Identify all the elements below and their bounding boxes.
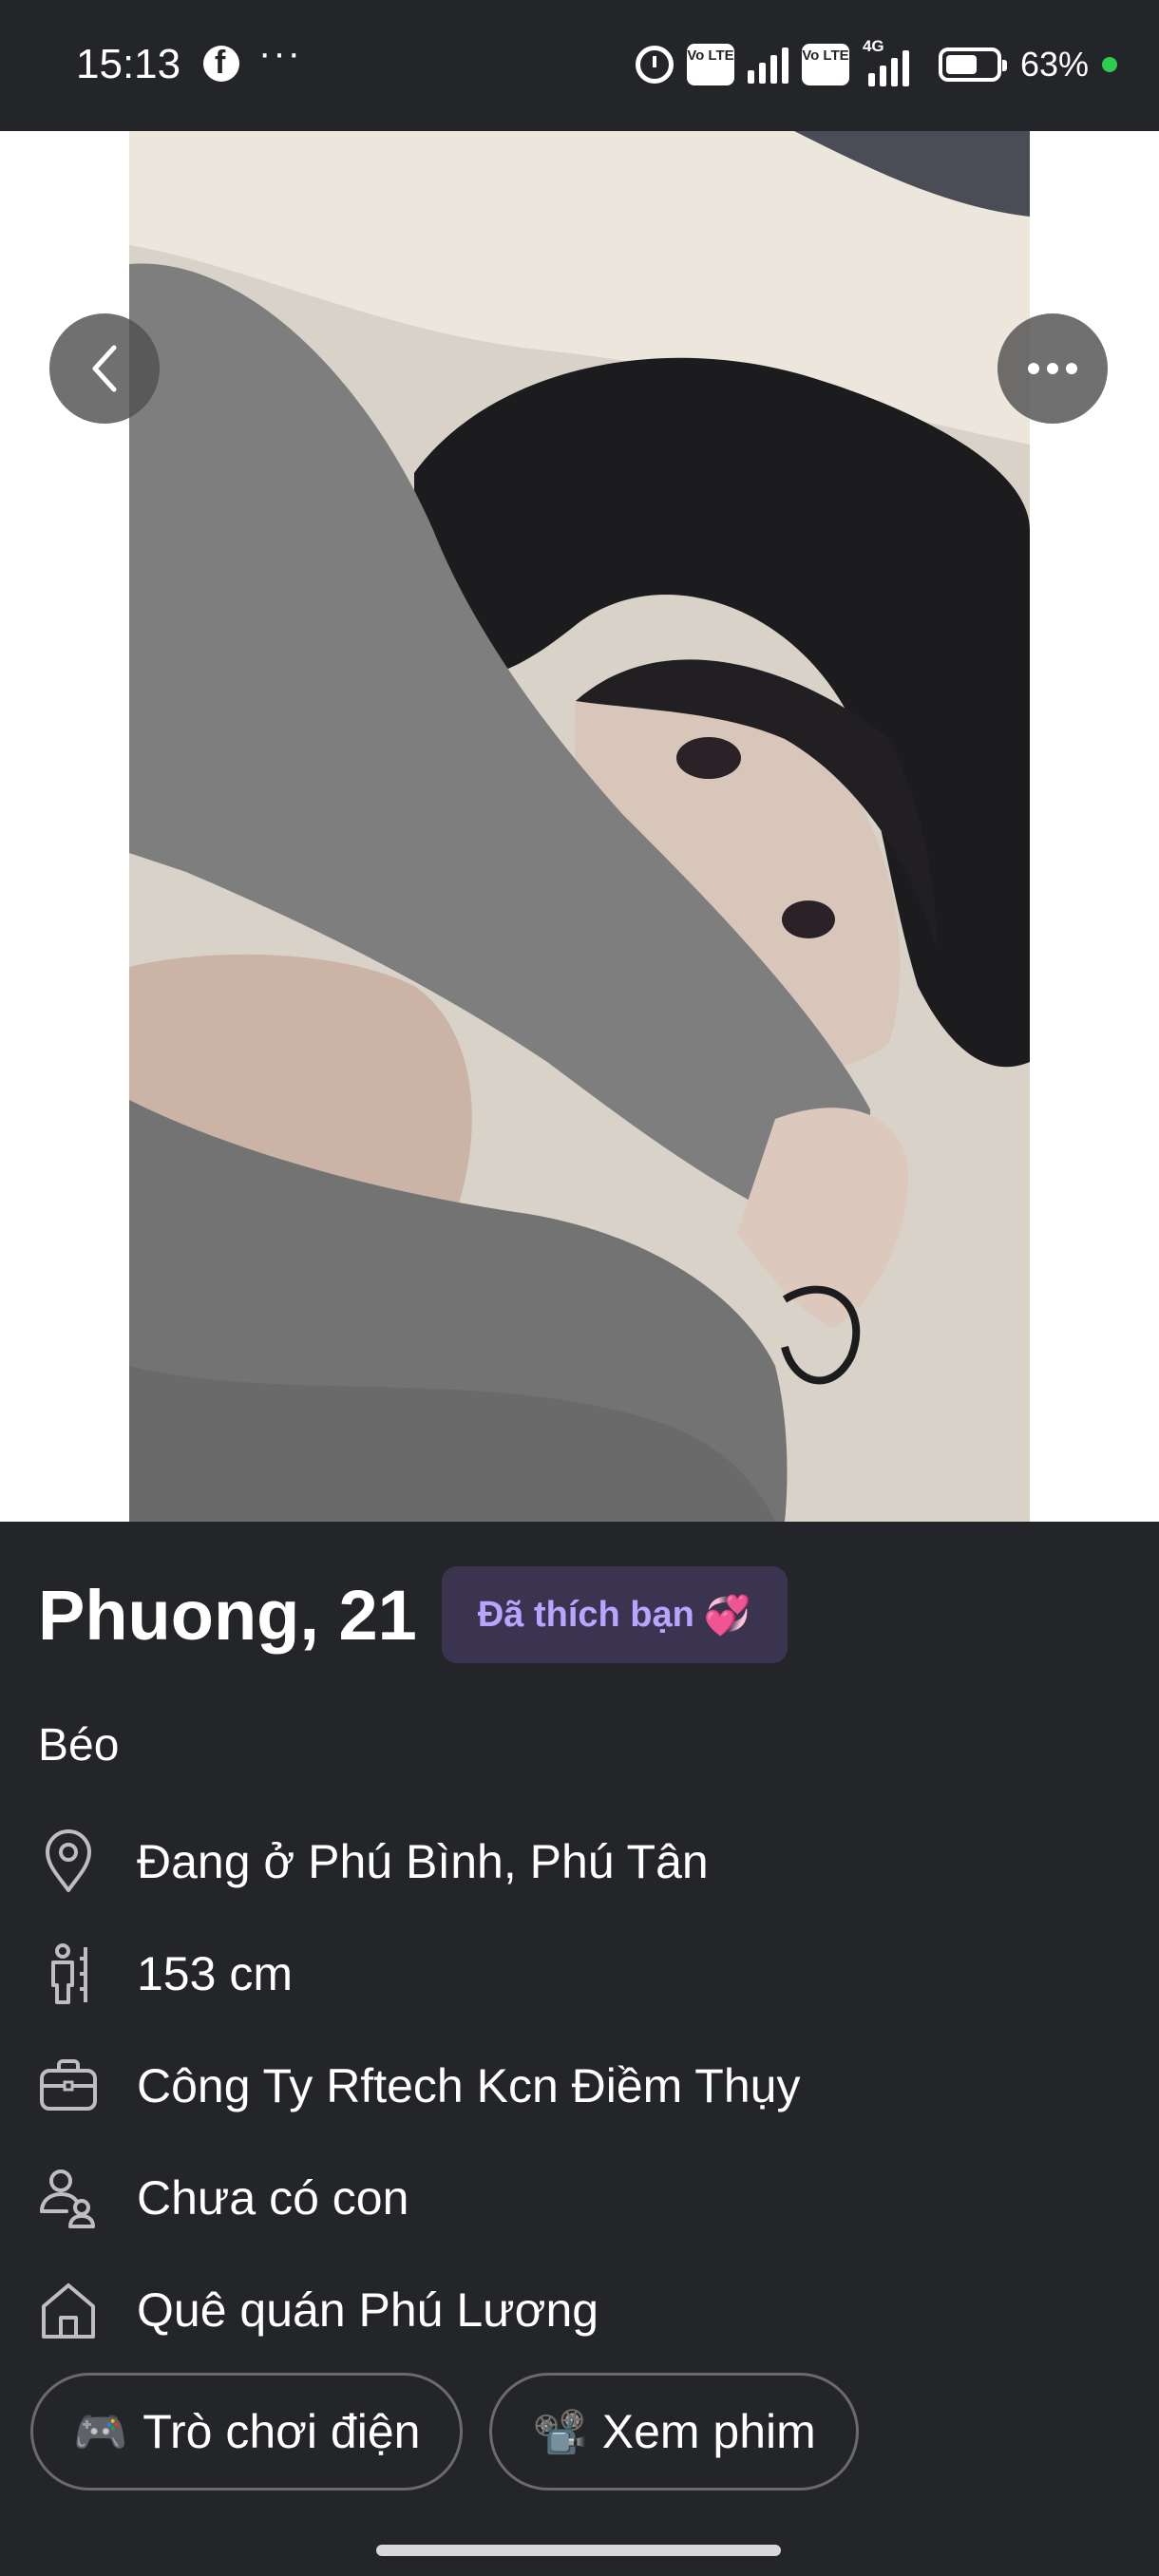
children-icon	[38, 2164, 99, 2232]
film-projector-icon: 📽️	[532, 2406, 587, 2456]
detail-location: Đang ở Phú Bình, Phú Tân	[38, 1824, 709, 1900]
interest-label: Xem phim	[601, 2405, 816, 2458]
location-pin-icon	[38, 1828, 99, 1896]
detail-location-text: Đang ở Phú Bình, Phú Tân	[137, 1835, 709, 1888]
privacy-indicator-dot	[1102, 57, 1117, 72]
facebook-notification-icon	[203, 45, 239, 82]
interest-chip-games[interactable]: 🎮 Trò chơi điện	[30, 2373, 464, 2491]
hearts-icon: 💞	[703, 1594, 751, 1637]
home-indicator[interactable]	[376, 2545, 781, 2556]
game-controller-icon: 🎮	[73, 2406, 128, 2456]
chevron-left-icon	[92, 345, 117, 392]
volte-icon-2: Vo LTE	[801, 44, 849, 85]
network-4g-icon: 4G	[863, 37, 925, 86]
detail-work-text: Công Ty Rftech Kcn Điềm Thụy	[137, 2059, 801, 2112]
detail-work: Công Ty Rftech Kcn Điềm Thụy	[38, 2048, 800, 2124]
status-icons: Vo LTE Vo LTE 4G 63%	[635, 36, 1117, 93]
detail-hometown: Quê quán Phú Lương	[38, 2272, 598, 2348]
detail-height: 153 cm	[38, 1936, 293, 2012]
briefcase-icon	[38, 2052, 99, 2120]
battery-fill	[945, 55, 977, 74]
volte-icon: Vo LTE	[686, 44, 734, 85]
detail-hometown-text: Quê quán Phú Lương	[137, 2283, 599, 2337]
more-options-button[interactable]	[998, 313, 1108, 424]
battery-percent: 63%	[1019, 45, 1089, 84]
alarm-icon	[635, 46, 674, 84]
detail-children: Chưa có con	[38, 2160, 408, 2236]
height-icon	[38, 1940, 99, 2008]
battery-icon	[938, 47, 1007, 82]
status-bar: 15:13 ··· Vo LTE Vo LTE 4G 63%	[0, 0, 1159, 131]
profile-photo-illustration	[129, 131, 1030, 1522]
back-button[interactable]	[49, 313, 160, 424]
profile-name-age: Phuong, 21	[38, 1575, 417, 1655]
interest-chip-movies[interactable]: 📽️ Xem phim	[489, 2373, 859, 2491]
more-dots-icon	[1028, 363, 1077, 374]
detail-children-text: Chưa có con	[137, 2171, 409, 2225]
liked-you-label: Đã thích bạn	[477, 1594, 694, 1635]
liked-you-badge: Đã thích bạn 💞	[441, 1566, 788, 1663]
signal-icon	[747, 46, 788, 84]
home-icon	[38, 2276, 99, 2344]
status-time: 15:13	[76, 41, 181, 87]
interests-list: 🎮 Trò chơi điện 📽️ Xem phim	[30, 2373, 859, 2491]
detail-height-text: 153 cm	[137, 1947, 293, 2000]
photo-area	[0, 131, 1159, 1522]
name-row: Phuong, 21 Đã thích bạn 💞	[38, 1565, 788, 1664]
profile-bio: Béo	[38, 1720, 120, 1771]
profile-photo[interactable]	[129, 131, 1030, 1522]
interest-label: Trò chơi điện	[142, 2405, 421, 2458]
more-notifications-icon: ···	[258, 32, 302, 74]
